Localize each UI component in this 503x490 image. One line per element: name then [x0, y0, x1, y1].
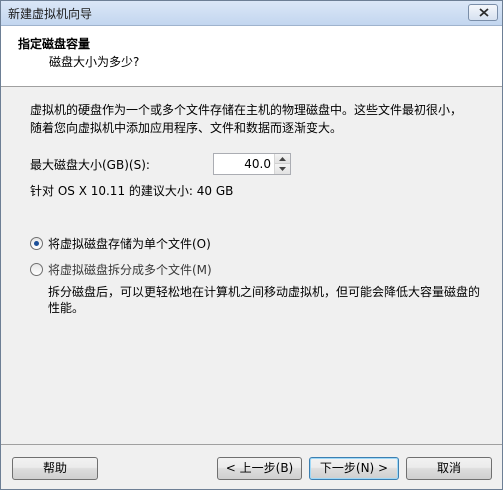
page-title: 指定磁盘容量	[18, 37, 91, 51]
spin-arrows	[274, 154, 290, 174]
single-file-option[interactable]: 将虚拟磁盘存储为单个文件(O)	[30, 235, 211, 252]
disk-size-label: 最大磁盘大小(GB)(S):	[30, 158, 150, 172]
description-text: 虚拟机的硬盘作为一个或多个文件存储在主机的物理磁盘中。这些文件最初很小，随着您向…	[30, 103, 463, 135]
wizard-header: 指定磁盘容量 磁盘大小为多少?	[1, 26, 502, 87]
next-button[interactable]: 下一步(N) >	[309, 457, 399, 480]
wizard-window: 新建虚拟机向导 指定磁盘容量 磁盘大小为多少? 虚拟机的硬盘作为一个或多个文件存…	[0, 0, 503, 490]
disk-size-value[interactable]: 40.0	[244, 157, 271, 171]
split-files-label[interactable]: 将虚拟磁盘拆分成多个文件(M)	[48, 261, 212, 278]
close-button[interactable]	[468, 4, 498, 21]
cancel-button[interactable]: 取消	[406, 457, 492, 480]
disk-size-spinbox[interactable]: 40.0	[213, 153, 291, 175]
window-title: 新建虚拟机向导	[8, 7, 93, 21]
split-files-option[interactable]: 将虚拟磁盘拆分成多个文件(M)	[30, 261, 212, 278]
page-subtitle: 磁盘大小为多少?	[49, 55, 140, 69]
spin-up-button[interactable]	[275, 154, 290, 164]
back-button[interactable]: < 上一步(B)	[217, 457, 302, 480]
title-bar[interactable]: 新建虚拟机向导	[1, 1, 502, 26]
spin-down-button[interactable]	[275, 164, 290, 174]
chevron-up-icon	[279, 157, 286, 161]
help-button[interactable]: 帮助	[12, 457, 98, 480]
split-note-text: 拆分磁盘后，可以更轻松地在计算机之间移动虚拟机，但可能会降低大容量磁盘的性能。	[48, 285, 481, 315]
chevron-down-icon	[279, 167, 286, 171]
footer-divider	[1, 444, 502, 445]
single-file-label[interactable]: 将虚拟磁盘存储为单个文件(O)	[48, 235, 211, 252]
single-file-radio[interactable]	[30, 237, 43, 250]
split-files-radio[interactable]	[30, 263, 43, 276]
close-icon	[479, 8, 489, 17]
recommended-size-text: 针对 OS X 10.11 的建议大小: 40 GB	[30, 184, 234, 198]
